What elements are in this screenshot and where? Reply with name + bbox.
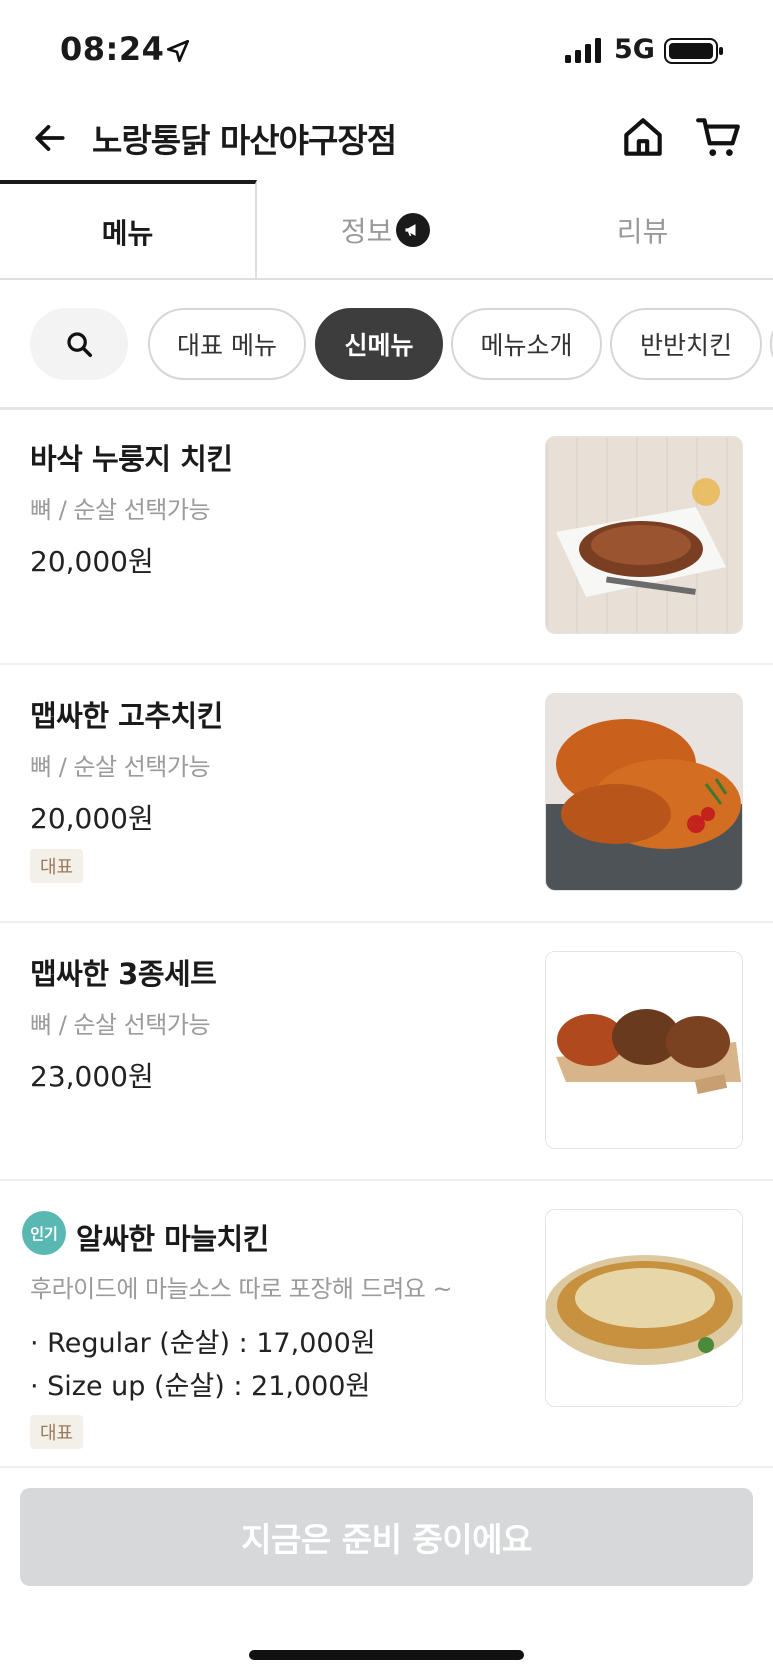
battery-icon	[664, 38, 723, 64]
status-bar: 08:24 5G	[0, 0, 773, 100]
chip-new-menu[interactable]: 신메뉴	[315, 308, 443, 380]
order-button-label: 지금은 준비 중이에요	[241, 1520, 532, 1559]
menu-item-name: 알싸한 마늘치킨	[76, 1222, 269, 1256]
menu-item-desc: 뼈 / 순살 선택가능	[30, 496, 211, 524]
home-indicator[interactable]	[249, 1650, 524, 1660]
cart-button[interactable]	[694, 112, 744, 162]
menu-item-name: 맵싸한 3종세트	[30, 957, 217, 991]
network-label: 5G	[614, 34, 655, 65]
menu-item-price: 20,000원	[30, 545, 154, 578]
menu-item-desc: 뼈 / 순살 선택가능	[30, 1011, 211, 1039]
menu-item-nurungji[interactable]: 바삭 누룽지 치킨 뼈 / 순살 선택가능 20,000원	[0, 410, 773, 665]
tab-menu[interactable]: 메뉴	[0, 180, 257, 280]
tab-review-label: 리뷰	[616, 215, 669, 248]
category-chips: 대표 메뉴 신메뉴 메뉴소개 반반치킨	[0, 302, 773, 382]
bottom-bar: 지금은 준비 중이에요	[0, 1466, 773, 1673]
menu-item-desc: 후라이드에 마늘소스 따로 포장해 드려요 ~	[30, 1275, 453, 1303]
chip-label: 신메뉴	[344, 331, 414, 360]
menu-item-photo	[545, 951, 743, 1149]
popular-badge: 인기	[22, 1211, 66, 1255]
header: 노랑통닭 마산야구장점	[0, 100, 773, 180]
menu-item-photo	[545, 693, 743, 891]
chip-label: 대표 메뉴	[177, 331, 277, 360]
menu-item-price: 23,000원	[30, 1060, 154, 1093]
menu-item-gochu[interactable]: 맵싸한 고추치킨 뼈 / 순살 선택가능 20,000원 대표	[0, 665, 773, 923]
menu-item-name: 바삭 누룽지 치킨	[30, 442, 233, 476]
megaphone-icon	[396, 213, 431, 247]
option-regular: · Regular (순살) : 17,000원	[30, 1328, 376, 1359]
menu-item-garlic[interactable]: 인기 알싸한 마늘치킨 후라이드에 마늘소스 따로 포장해 드려요 ~ · Re…	[0, 1181, 773, 1466]
home-icon	[624, 118, 662, 156]
tab-info[interactable]: 정보	[257, 180, 514, 280]
location-arrow-icon	[166, 39, 190, 63]
tab-info-label: 정보	[340, 215, 393, 248]
chip-menu-intro[interactable]: 메뉴소개	[451, 308, 602, 380]
menu-item-desc: 뼈 / 순살 선택가능	[30, 753, 211, 781]
chip-signature-menu[interactable]: 대표 메뉴	[148, 308, 306, 380]
order-button-disabled[interactable]: 지금은 준비 중이에요	[20, 1488, 753, 1586]
signal-icon	[565, 38, 601, 63]
menu-item-3set[interactable]: 맵싸한 3종세트 뼈 / 순살 선택가능 23,000원	[0, 923, 773, 1181]
store-title: 노랑통닭 마산야구장점	[92, 121, 397, 160]
tab-menu-label: 메뉴	[101, 217, 154, 250]
menu-item-photo	[545, 1209, 743, 1407]
tab-review[interactable]: 리뷰	[514, 180, 771, 280]
chip-label: 반반치킨	[639, 331, 732, 360]
menu-item-photo	[545, 436, 743, 634]
store-tabs: 메뉴 정보 리뷰	[0, 180, 773, 280]
chip-label: 메뉴소개	[480, 331, 573, 360]
cart-icon	[696, 118, 740, 156]
menu-item-name: 맵싸한 고추치킨	[30, 699, 223, 733]
search-icon	[67, 332, 92, 357]
signature-tag: 대표	[30, 1415, 84, 1449]
menu-search-button[interactable]	[30, 308, 128, 380]
option-size-up: · Size up (순살) : 21,000원	[30, 1371, 371, 1402]
chip-half-half[interactable]: 반반치킨	[610, 308, 762, 380]
home-button[interactable]	[618, 112, 668, 162]
signature-tag: 대표	[30, 849, 84, 883]
menu-item-price: 20,000원	[30, 802, 154, 835]
arrow-left-icon	[35, 125, 65, 151]
back-button[interactable]	[26, 114, 74, 162]
status-time: 08:24	[60, 30, 165, 68]
